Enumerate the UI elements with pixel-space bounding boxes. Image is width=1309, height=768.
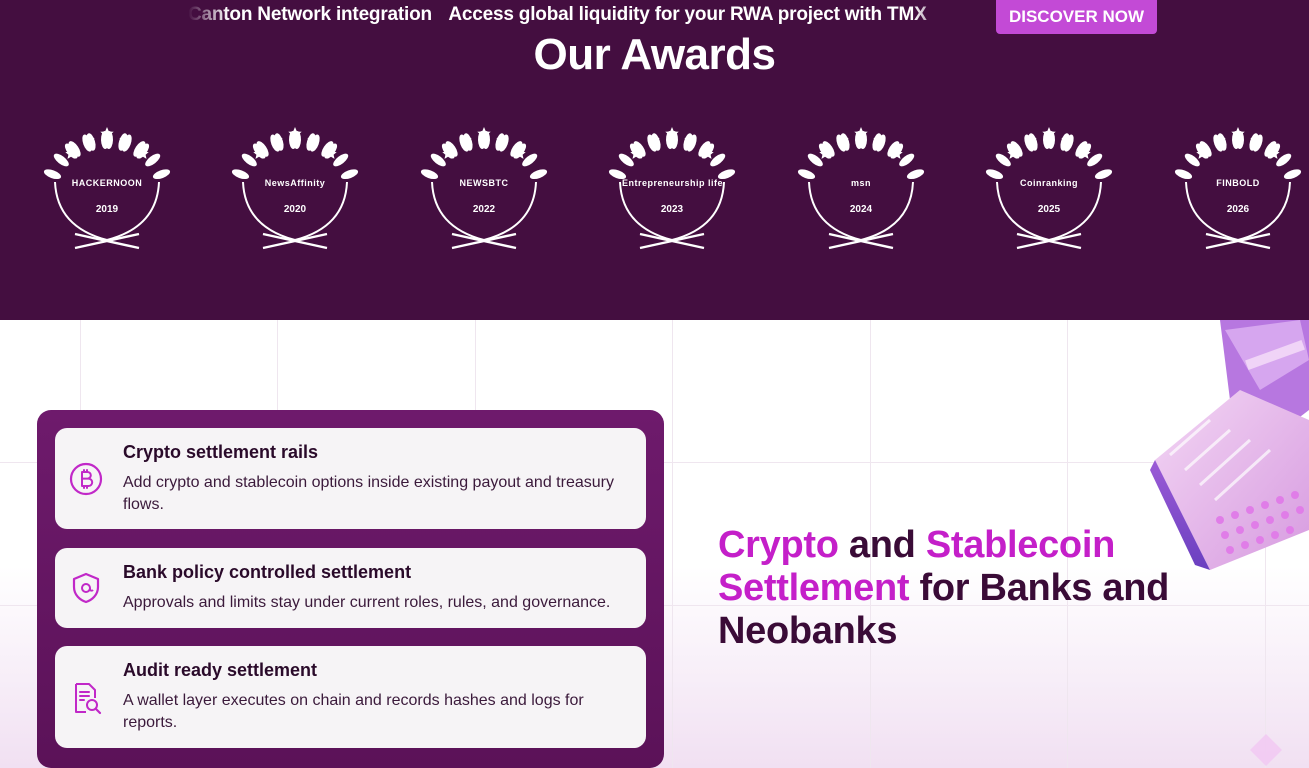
- award-year: 2023: [660, 204, 684, 215]
- newsaffinity-logo-icon: NewsAffinity: [264, 178, 326, 188]
- award-badge: NewsAffinity 2020: [223, 122, 367, 254]
- section-headline: Crypto and Stablecoin Settlement for Ban…: [718, 524, 1188, 653]
- announcement-ticker: Canton Network integration Access global…: [188, 3, 953, 27]
- award-badge: Entrepreneurship life 2023: [600, 122, 744, 254]
- bitcoin-icon: [69, 462, 103, 496]
- headline-accent: Crypto: [718, 524, 839, 566]
- document-search-icon: [75, 683, 102, 715]
- award-year: 2020: [283, 204, 307, 215]
- headline-text: and: [838, 524, 926, 566]
- discover-now-button[interactable]: DISCOVER NOW: [996, 0, 1157, 34]
- feature-title: Crypto settlement rails: [123, 442, 319, 462]
- award-year: 2024: [849, 204, 873, 215]
- msn-logo-icon: msn: [850, 178, 871, 188]
- laurel-wreath-icon: [797, 127, 925, 250]
- newsbtc-logo-icon: NEWSBTC: [459, 178, 509, 188]
- feature-description: Approvals and limits stay under current …: [123, 594, 611, 611]
- award-year: 2019: [95, 204, 119, 215]
- entrepreneurship-life-logo-icon: Entrepreneurship life: [622, 178, 724, 188]
- ticker-item[interactable]: Canton Network integration: [188, 3, 432, 27]
- award-badge: HACKERNOON 2019: [35, 122, 179, 254]
- shield-icon: [72, 572, 100, 604]
- award-year: 2026: [1226, 204, 1250, 215]
- grid-line: [672, 320, 673, 768]
- awards-section: Canton Network integration Access global…: [0, 0, 1309, 320]
- ticker-item[interactable]: Access global liquidity for your RWA pro…: [448, 3, 926, 27]
- feature-title: Bank policy controlled settlement: [123, 562, 412, 582]
- feature-description: A wallet layer executes on chain and rec…: [123, 692, 584, 731]
- decorative-diamond-icon: [1250, 734, 1282, 766]
- finbold-logo-icon: FINBOLD: [1216, 178, 1260, 188]
- hackernoon-logo-icon: HACKERNOON: [71, 178, 143, 188]
- feature-card-audit-ready: Audit ready settlement A wallet layer ex…: [55, 646, 646, 748]
- features-panel: Crypto settlement rails Add crypto and s…: [37, 410, 664, 768]
- laurel-wreath-icon: [231, 127, 359, 250]
- feature-card-crypto-rails: Crypto settlement rails Add crypto and s…: [55, 428, 646, 529]
- award-badge: NEWSBTC 2022: [412, 122, 556, 254]
- award-badge: Coinranking 2025: [977, 122, 1121, 254]
- award-badge: FINBOLD 2026: [1166, 122, 1309, 254]
- coinranking-logo-icon: Coinranking: [1019, 178, 1078, 188]
- feature-card-bank-policy: Bank policy controlled settlement Approv…: [55, 548, 646, 628]
- laurel-wreath-icon: [420, 127, 548, 250]
- awards-title: Our Awards: [533, 30, 776, 79]
- award-year: 2025: [1037, 204, 1061, 215]
- award-badge: msn 2024: [789, 122, 933, 254]
- laurel-wreath-icon: [1174, 127, 1302, 250]
- award-year: 2022: [472, 204, 496, 215]
- laurel-wreath-icon: [985, 127, 1113, 250]
- laurel-wreath-icon: [43, 127, 171, 250]
- laurel-wreath-icon: [608, 127, 736, 250]
- feature-title: Audit ready settlement: [123, 660, 318, 680]
- feature-description: Add crypto and stablecoin options inside…: [123, 474, 614, 513]
- settlement-section: Crypto settlement rails Add crypto and s…: [0, 320, 1309, 768]
